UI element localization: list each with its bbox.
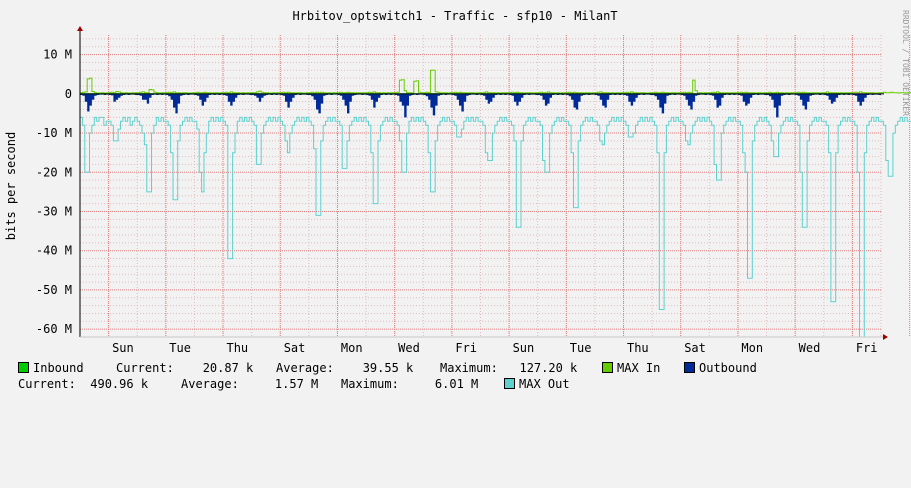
x-tick-labels: Sun Tue Thu Sat Mon Wed Fri Sun Tue Thu Sat Mon Wed F…: [112, 341, 911, 355]
max-in-swatch: [602, 362, 613, 373]
x-tick-label: Thu: [226, 341, 248, 355]
x-tick-label: Mon: [341, 341, 363, 355]
x-tick-label: Mon: [741, 341, 763, 355]
y-axis-arrow: [77, 26, 83, 31]
legend-outbound: Outbound: [684, 360, 757, 376]
x-tick-label: Fri: [455, 341, 477, 355]
legend-outbound-maximum: Maximum: 6.01 M: [341, 376, 478, 392]
y-tick-label: -20 M: [36, 165, 72, 179]
x-tick-label: Tue: [570, 341, 592, 355]
series-max-out: [80, 117, 911, 337]
legend-inbound-average: Average: 39.55 k: [276, 360, 413, 376]
x-tick-label: Sun: [112, 341, 134, 355]
legend-outbound-average: Average: 1.57 M: [181, 376, 318, 392]
x-tick-label: Thu: [627, 341, 649, 355]
max-out-swatch: [504, 378, 515, 389]
legend-row-2: Current: 490.96 k Average: 1.57 M Maximu…: [0, 376, 911, 392]
outbound-swatch: [684, 362, 695, 373]
y-tick-labels: 10 M 0 -10 M -20 M -30 M -40 M -50 M -60 M: [36, 48, 72, 337]
x-tick-label: Sat: [684, 341, 706, 355]
legend-outbound-current: Current: 490.96 k: [18, 376, 148, 392]
legend-max-in-label: MAX In: [617, 361, 660, 375]
x-tick-label: Wed: [799, 341, 821, 355]
legend-max-out-label: MAX Out: [519, 377, 570, 391]
legend-inbound-label: Inbound: [33, 361, 84, 375]
y-tick-label: -30 M: [36, 204, 72, 218]
x-tick-label: Sun: [513, 341, 535, 355]
traffic-chart: Hrbitov_optswitch1 - Traffic - sfp10 - M…: [0, 0, 911, 360]
legend-inbound: Inbound: [18, 360, 84, 376]
series-max-in: [80, 66, 911, 93]
y-tick-label: -50 M: [36, 283, 72, 297]
chart-frame: Hrbitov_optswitch1 - Traffic - sfp10 - M…: [0, 0, 911, 400]
legend-row-1: Inbound Current: 20.87 k Average: 39.55 …: [0, 360, 911, 376]
watermark: RRDTOOL / TOBI OETIKER: [901, 10, 910, 116]
inbound-swatch: [18, 362, 29, 373]
y-tick-label: 10 M: [43, 48, 72, 62]
y-tick-label: 0: [65, 87, 72, 101]
legend-inbound-maximum: Maximum: 127.20 k: [440, 360, 577, 376]
y-tick-label: -10 M: [36, 126, 72, 140]
legend-max-out: MAX Out: [504, 376, 570, 392]
x-tick-label: Fri: [856, 341, 878, 355]
x-tick-label: Sat: [284, 341, 306, 355]
legend-outbound-label: Outbound: [699, 361, 757, 375]
y-tick-label: -60 M: [36, 322, 72, 336]
y-tick-label: -40 M: [36, 244, 72, 258]
max-out-line: [80, 117, 911, 337]
x-tick-label: Tue: [169, 341, 191, 355]
legend-inbound-current: Current: 20.87 k: [116, 360, 253, 376]
x-axis-arrow: [883, 334, 888, 340]
max-in-line: [80, 66, 911, 93]
x-tick-label: Wed: [398, 341, 420, 355]
chart-title: Hrbitov_optswitch1 - Traffic - sfp10 - M…: [292, 9, 617, 23]
legend-max-in: MAX In: [602, 360, 660, 376]
y-axis-label: bits per second: [4, 132, 18, 240]
